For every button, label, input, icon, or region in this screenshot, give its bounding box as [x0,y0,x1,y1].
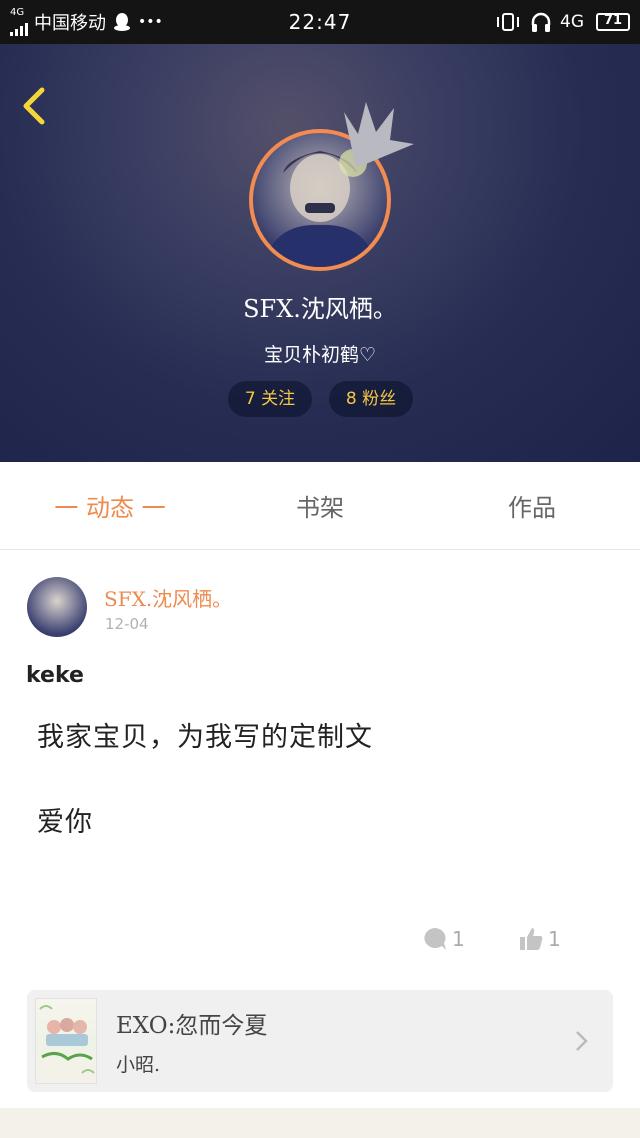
vibrate-icon [497,13,519,31]
post-date: 12-04 [105,615,149,633]
followers-count-button[interactable]: 8 粉丝 [329,381,413,417]
back-arrow-icon[interactable] [16,84,56,128]
status-bar: 4G 中国移动 ••• 22:47 4G 71 [0,0,640,44]
comment-button[interactable]: 1 [422,924,465,954]
profile-bio: 宝贝朴初鹤♡ [263,344,377,366]
post-body-line: 我家宝贝，为我写的定制文 [37,722,373,753]
book-cover [35,998,97,1084]
post-body-line: 爱你 [37,807,93,838]
status-right: 4G 71 [494,0,630,44]
post-author-name[interactable]: SFX.沈风栖。 [104,583,232,612]
comment-count: 1 [452,927,465,951]
comment-icon [424,928,446,950]
linked-book-card[interactable]: EXO:忽而今夏 小昭. [27,990,613,1092]
profile-username: SFX.沈风栖。 [243,295,397,323]
crown-icon [344,102,414,168]
profile-tabs: 一 动态 一 书架 作品 [0,462,640,550]
headphones-icon [531,12,551,32]
like-button[interactable]: 1 [518,924,561,954]
bottom-strip [0,1108,640,1138]
thumbs-up-icon [520,928,543,950]
network-type: 4G [560,12,584,32]
battery-icon: 71 [596,13,630,31]
book-author: 小昭. [116,1054,161,1076]
chevron-right-icon [576,1031,588,1051]
battery-level: 71 [603,13,623,28]
like-count: 1 [548,927,561,951]
tab-bookshelf[interactable]: 书架 [240,462,400,550]
following-count-button[interactable]: 7 关注 [228,381,312,417]
post-author-avatar[interactable] [27,577,87,637]
tab-dynamic[interactable]: 一 动态 一 [30,462,190,550]
book-cover-art [39,1005,95,1074]
tab-works[interactable]: 作品 [452,462,612,550]
book-title: EXO:忽而今夏 [116,1013,268,1039]
profile-header: SFX.沈风栖。 宝贝朴初鹤♡ 7 关注 8 粉丝 [0,44,640,462]
post-title: keke [26,663,84,688]
